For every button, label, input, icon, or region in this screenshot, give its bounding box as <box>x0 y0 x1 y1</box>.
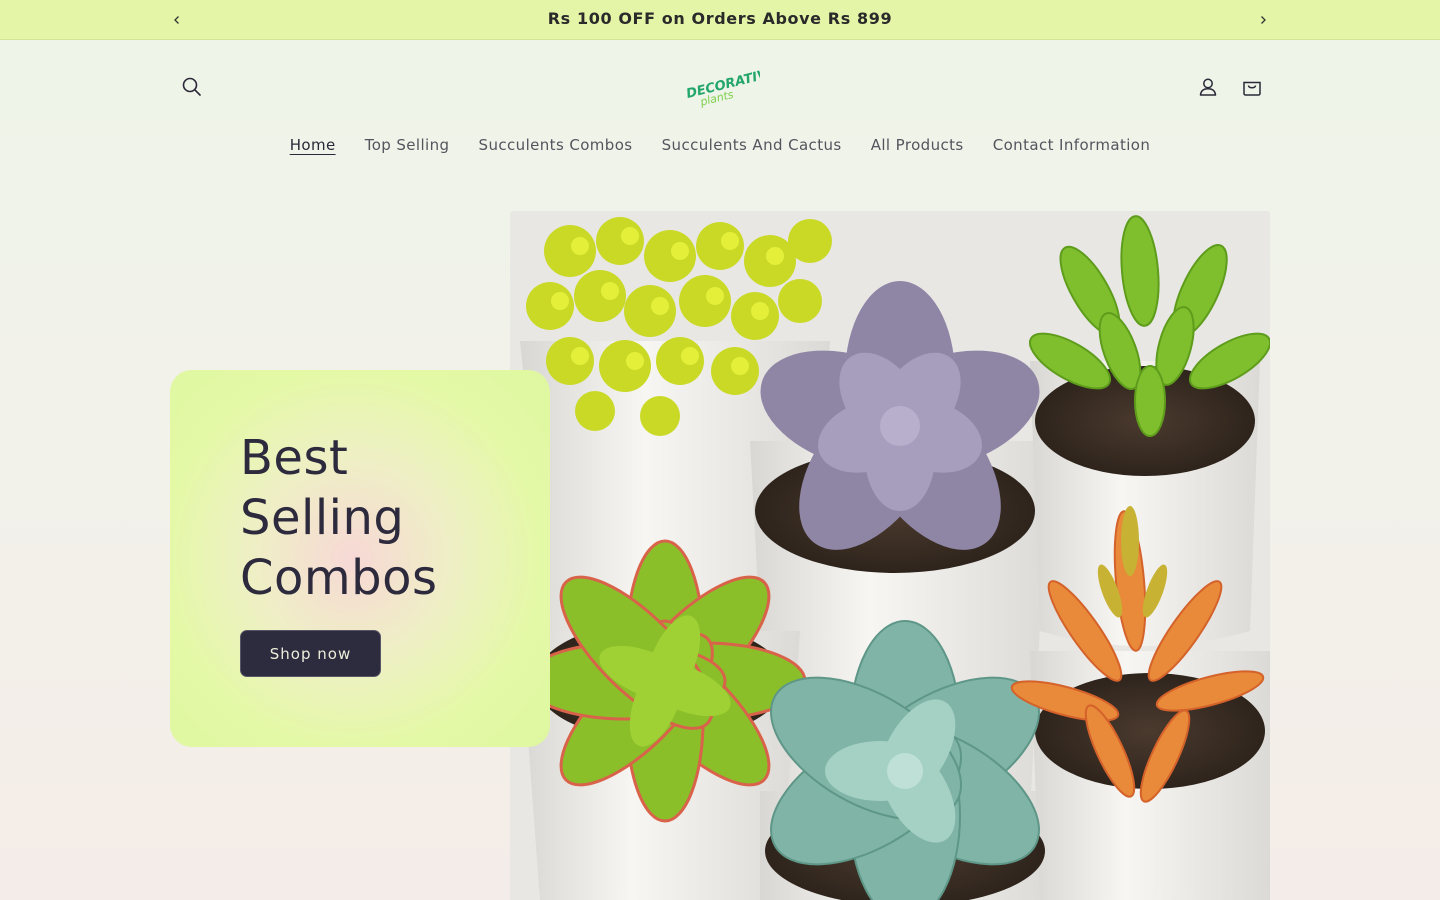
nav-succulents-and-cactus[interactable]: Succulents And Cactus <box>659 134 845 156</box>
hero-image <box>510 211 1270 900</box>
announcement-text: Rs 100 OFF on Orders Above Rs 899 <box>547 9 893 28</box>
hero-card: Best Selling Combos Shop now <box>170 370 550 747</box>
announcement-bar: Rs 100 OFF on Orders Above Rs 899 <box>0 0 1440 40</box>
bag-icon <box>1243 81 1261 96</box>
hero-title-line-3: Combos <box>240 550 438 606</box>
nav-home[interactable]: Home <box>287 134 339 156</box>
account-button[interactable] <box>1192 71 1224 103</box>
hero-title-line-2: Selling <box>240 490 405 546</box>
nav-succulents-combos[interactable]: Succulents Combos <box>476 134 636 156</box>
site-logo[interactable]: DECORATIVE plants <box>680 65 778 110</box>
nav-all-products[interactable]: All Products <box>868 134 967 156</box>
announcement-next-button[interactable] <box>1253 10 1273 30</box>
cart-button[interactable] <box>1236 71 1268 103</box>
shop-now-button[interactable]: Shop now <box>240 630 381 677</box>
nav-contact-information[interactable]: Contact Information <box>990 134 1154 156</box>
search-button[interactable] <box>176 71 208 103</box>
chevron-right-icon <box>1261 16 1266 24</box>
nav-top-selling[interactable]: Top Selling <box>362 134 453 156</box>
search-icon <box>182 77 201 96</box>
hero-title-line-1: Best <box>240 430 349 486</box>
hero-title: Best Selling Combos <box>240 428 437 608</box>
user-icon <box>1199 78 1217 96</box>
main-nav: Home Top Selling Succulents Combos Succu… <box>0 134 1440 156</box>
